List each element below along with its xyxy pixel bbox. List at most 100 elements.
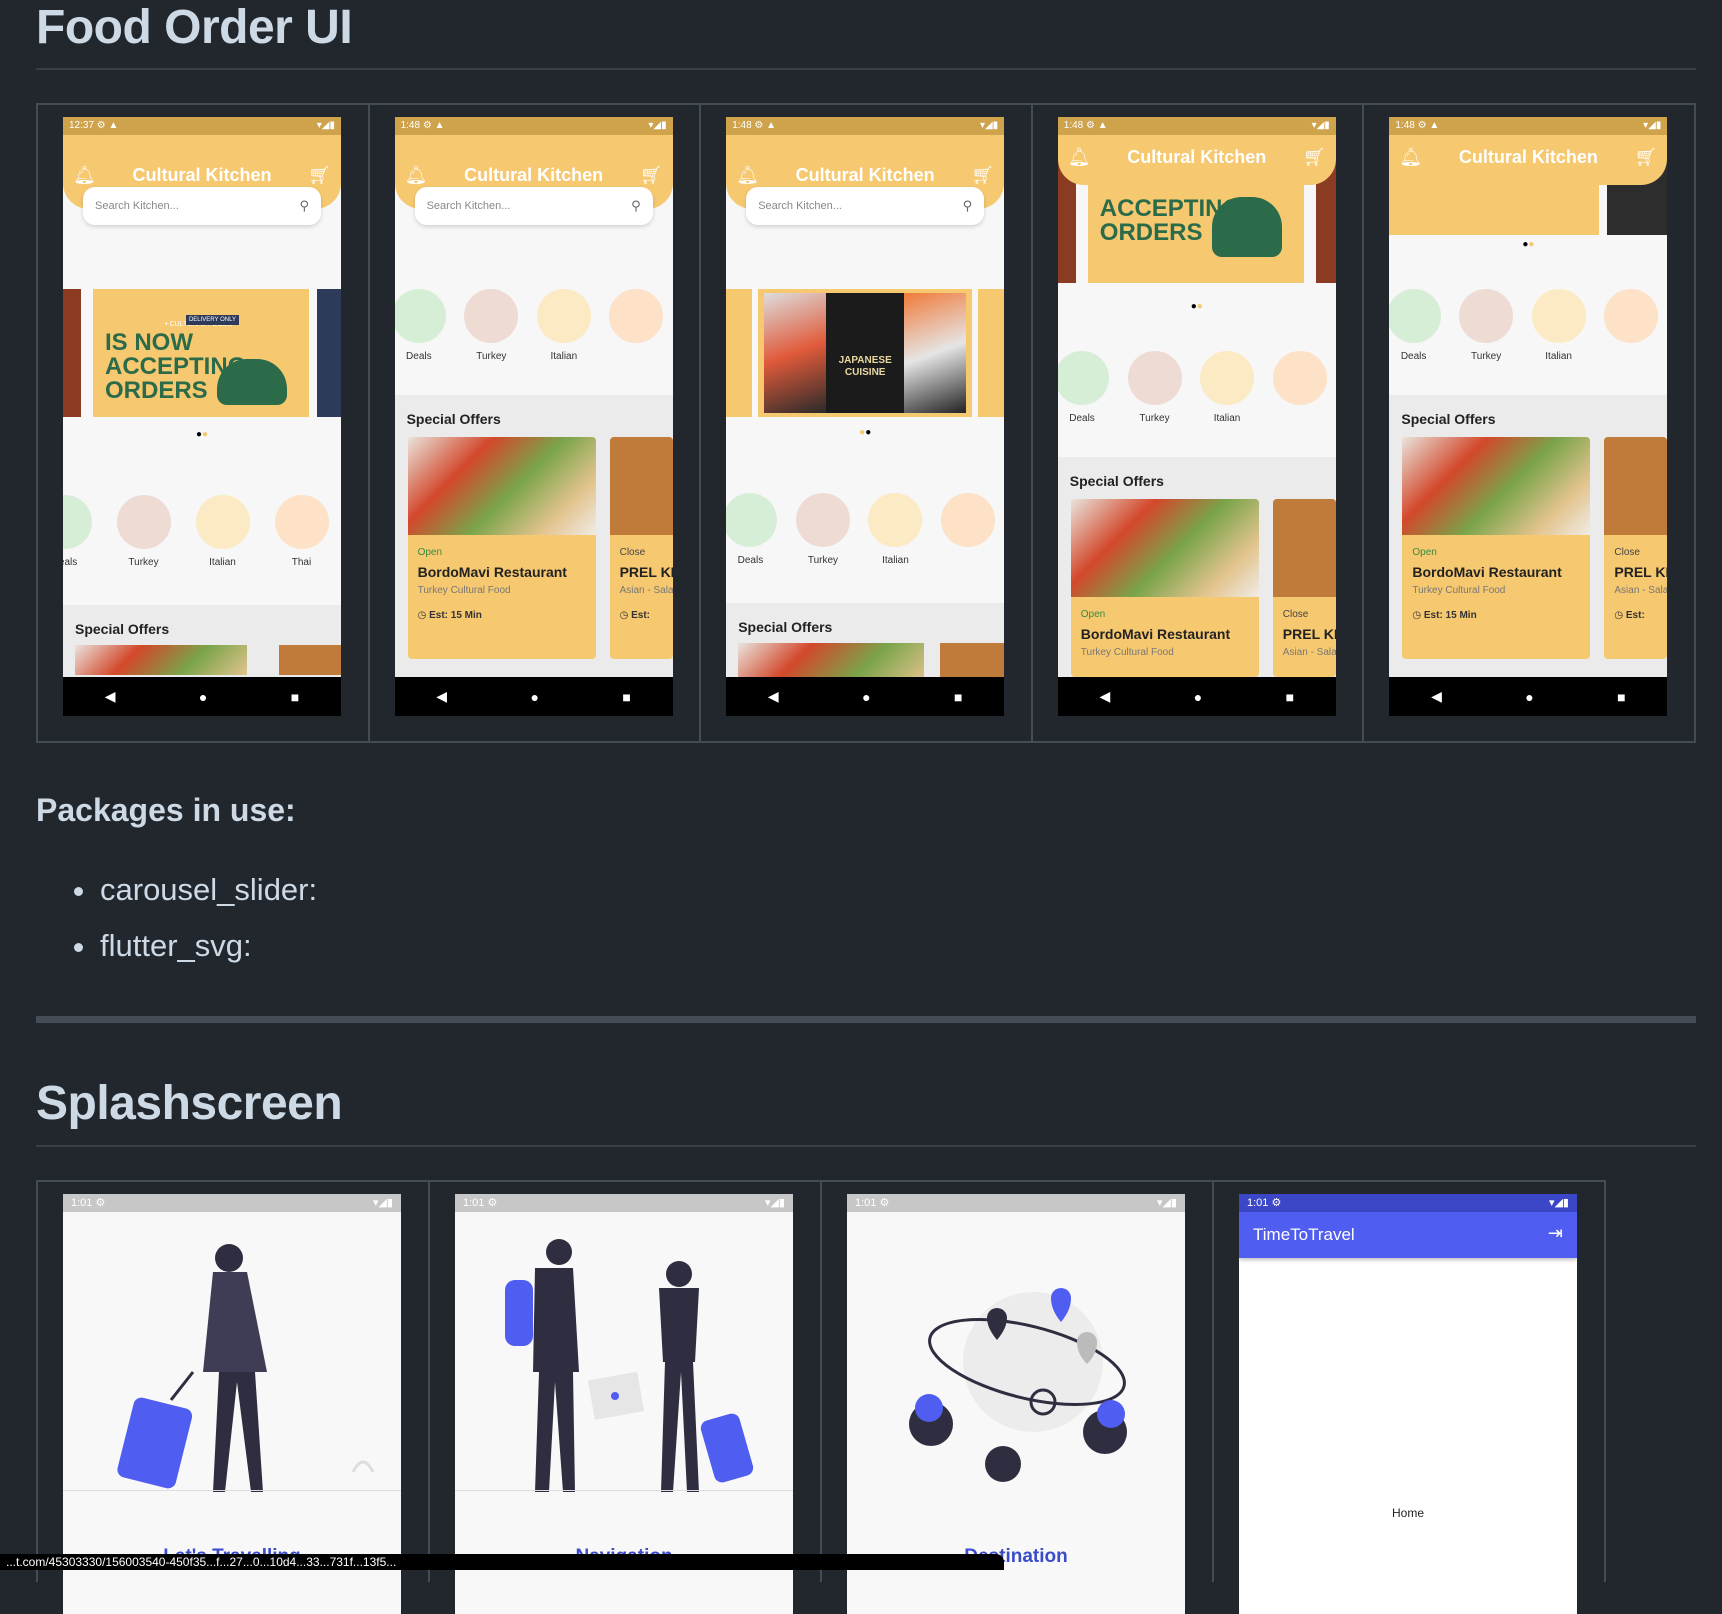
home-nav-icon[interactable]: ● bbox=[1194, 689, 1202, 705]
title-divider bbox=[36, 68, 1696, 70]
search-input[interactable]: Search Kitchen... ⚲ bbox=[746, 187, 985, 225]
category-italian[interactable]: Italian bbox=[528, 289, 601, 362]
offer-subtitle: Asian - Sala bbox=[1614, 585, 1668, 596]
offer-status: Close bbox=[619, 547, 646, 558]
category-italian[interactable]: Italian bbox=[859, 493, 932, 566]
carousel-dots: ●● bbox=[859, 427, 872, 438]
category-thai[interactable] bbox=[932, 493, 1005, 566]
logout-icon[interactable]: ⇥ bbox=[1548, 1223, 1563, 1244]
category-turkey[interactable]: Turkey bbox=[104, 495, 183, 568]
pizza-icon bbox=[536, 289, 591, 343]
offer-card-image bbox=[1402, 437, 1591, 535]
home-nav-icon[interactable]: ● bbox=[862, 689, 870, 705]
special-offers-section: Special Offers bbox=[726, 603, 1005, 683]
pizza-icon bbox=[195, 495, 250, 549]
cart-icon[interactable]: 🛒︎ bbox=[1303, 147, 1326, 168]
offer-card[interactable]: Open BordoMavi Restaurant Turkey Cultura… bbox=[407, 437, 596, 659]
deals-icon bbox=[726, 493, 778, 547]
back-nav-icon[interactable]: ◀ bbox=[436, 688, 447, 705]
status-bar: 1:01 ⚙ ▾◢▮ bbox=[455, 1194, 793, 1212]
category-row: Deals Turkey Italian Thai bbox=[63, 495, 341, 568]
splash-screen-3: 1:01 ⚙ ▾◢▮ Destination bbox=[847, 1194, 1185, 1614]
offer-card[interactable]: Close PREL KR Asian - Sala ◷ Est: bbox=[609, 437, 673, 659]
category-thai[interactable] bbox=[1595, 289, 1668, 362]
cart-icon[interactable]: 🛒︎ bbox=[971, 165, 994, 186]
category-row: Deals Turkey Italian bbox=[1389, 289, 1667, 362]
category-thai[interactable] bbox=[1263, 351, 1336, 424]
screenshot-cell-4: 1:48 ⚙ ▲ ▾◢▮ ACCEPTING ORDERS 🔔︎ Cultural… bbox=[1033, 105, 1365, 741]
category-thai[interactable]: Thai bbox=[262, 495, 341, 568]
packages-heading: Packages in use: bbox=[36, 792, 296, 828]
category-italian[interactable]: Italian bbox=[183, 495, 262, 568]
category-deals[interactable]: Deals bbox=[726, 493, 787, 566]
recents-nav-icon[interactable]: ■ bbox=[1286, 689, 1294, 705]
turkey-icon bbox=[795, 493, 850, 547]
search-icon: ⚲ bbox=[631, 198, 641, 213]
offer-name: BordoMavi Restaurant bbox=[1412, 564, 1562, 580]
home-nav-icon[interactable]: ● bbox=[1525, 689, 1533, 705]
link-status-bar: ...t.com/45303330/156003540-450f35...f..… bbox=[0, 1554, 1004, 1570]
status-time: 1:01 bbox=[855, 1197, 877, 1209]
category-italian[interactable]: Italian bbox=[1191, 351, 1264, 424]
search-input[interactable]: Search Kitchen... ⚲ bbox=[414, 187, 653, 225]
status-bar: 1:01 ⚙ ▾◢▮ bbox=[63, 1194, 401, 1212]
recents-nav-icon[interactable]: ■ bbox=[622, 689, 630, 705]
category-deals[interactable]: Deals bbox=[63, 495, 104, 568]
special-offers-label: Special Offers bbox=[738, 619, 833, 635]
offer-card[interactable]: Open BordoMavi Restaurant Turkey Cultura… bbox=[1402, 437, 1591, 659]
offer-card[interactable]: Open BordoMavi Restaurant Turkey Cultura… bbox=[1070, 499, 1259, 677]
package-item: flutter_svg: bbox=[72, 918, 317, 974]
category-label: Thai bbox=[291, 557, 312, 568]
back-nav-icon[interactable]: ◀ bbox=[768, 688, 779, 705]
category-label: Italian bbox=[550, 351, 578, 362]
category-deals[interactable]: Deals bbox=[1389, 289, 1450, 362]
offer-subtitle: Turkey Cultural Food bbox=[1412, 585, 1506, 596]
offer-subtitle: Asian - Sala bbox=[619, 585, 673, 596]
traveler-illustration bbox=[117, 1244, 375, 1492]
home-nav-icon[interactable]: ● bbox=[199, 689, 207, 705]
carousel-dots: ●● bbox=[1190, 301, 1203, 312]
category-turkey[interactable]: Turkey bbox=[455, 289, 528, 362]
offer-card[interactable]: Close PREL KR Asian - Sala ◷ Est: bbox=[1604, 437, 1668, 659]
destination-illustration bbox=[909, 1288, 1127, 1482]
back-nav-icon[interactable]: ◀ bbox=[1099, 688, 1110, 705]
category-deals[interactable]: Deals bbox=[1057, 351, 1119, 424]
cart-icon[interactable]: 🛒︎ bbox=[640, 165, 663, 186]
splash-cell-3: 1:01 ⚙ ▾◢▮ Destination bbox=[822, 1182, 1214, 1614]
offer-status: Close bbox=[1614, 547, 1640, 558]
section-title-food-order: Food Order UI bbox=[36, 1, 353, 54]
offer-name: PREL KR bbox=[1282, 626, 1336, 642]
cart-icon[interactable]: 🛒︎ bbox=[1635, 147, 1658, 168]
screenshot-cell-1: 12:37 ⚙ ▲ ▾◢▮ 🔔︎ Cultural Kitchen 🛒︎ Sear… bbox=[38, 105, 370, 741]
category-row: Deals Turkey Italian bbox=[394, 289, 673, 362]
app-title: Cultural Kitchen bbox=[795, 165, 935, 185]
carousel-banner-accepting[interactable]: • CULTURAL FOODS • IS NOW ACCEPTING ORDE… bbox=[93, 289, 309, 417]
recents-nav-icon[interactable]: ■ bbox=[291, 689, 299, 705]
category-deals[interactable]: Deals bbox=[394, 289, 456, 362]
category-italian[interactable]: Italian bbox=[1522, 289, 1595, 362]
home-nav-icon[interactable]: ● bbox=[531, 689, 539, 705]
recents-nav-icon[interactable]: ■ bbox=[954, 689, 962, 705]
carousel-banner-japanese[interactable]: JAPANESE CUISINE bbox=[758, 289, 973, 417]
category-turkey[interactable]: Turkey bbox=[1118, 351, 1191, 424]
back-nav-icon[interactable]: ◀ bbox=[1431, 688, 1442, 705]
deals-icon bbox=[1389, 289, 1441, 343]
cart-icon[interactable]: 🛒︎ bbox=[308, 165, 331, 186]
search-input[interactable]: Search Kitchen... ⚲ bbox=[83, 187, 321, 225]
back-nav-icon[interactable]: ◀ bbox=[105, 688, 116, 705]
offer-est: ◷ Est: bbox=[1614, 610, 1645, 621]
category-turkey[interactable]: Turkey bbox=[787, 493, 860, 566]
status-bar: 1:48 ⚙ ▲ ▾◢▮ bbox=[726, 117, 1005, 135]
splash-cell-1: 1:01 ⚙▾◢▮ Let's Travelling bbox=[38, 1182, 430, 1614]
offer-card-peek[interactable] bbox=[75, 645, 247, 675]
search-icon: ⚲ bbox=[299, 198, 309, 213]
category-turkey[interactable]: Turkey bbox=[1450, 289, 1523, 362]
app-bar: 🔔︎ Cultural Kitchen 🛒︎ bbox=[1057, 135, 1336, 185]
offer-card[interactable]: Close PREL KR Asian - Sala bbox=[1272, 499, 1336, 677]
search-placeholder: Search Kitchen... bbox=[426, 200, 511, 212]
offer-card-peek-2[interactable] bbox=[279, 645, 341, 675]
status-bar: 1:01 ⚙ ▾◢▮ bbox=[1239, 1194, 1577, 1212]
category-thai[interactable] bbox=[600, 289, 673, 362]
recents-nav-icon[interactable]: ■ bbox=[1617, 689, 1625, 705]
category-label: Italian bbox=[1213, 413, 1241, 424]
